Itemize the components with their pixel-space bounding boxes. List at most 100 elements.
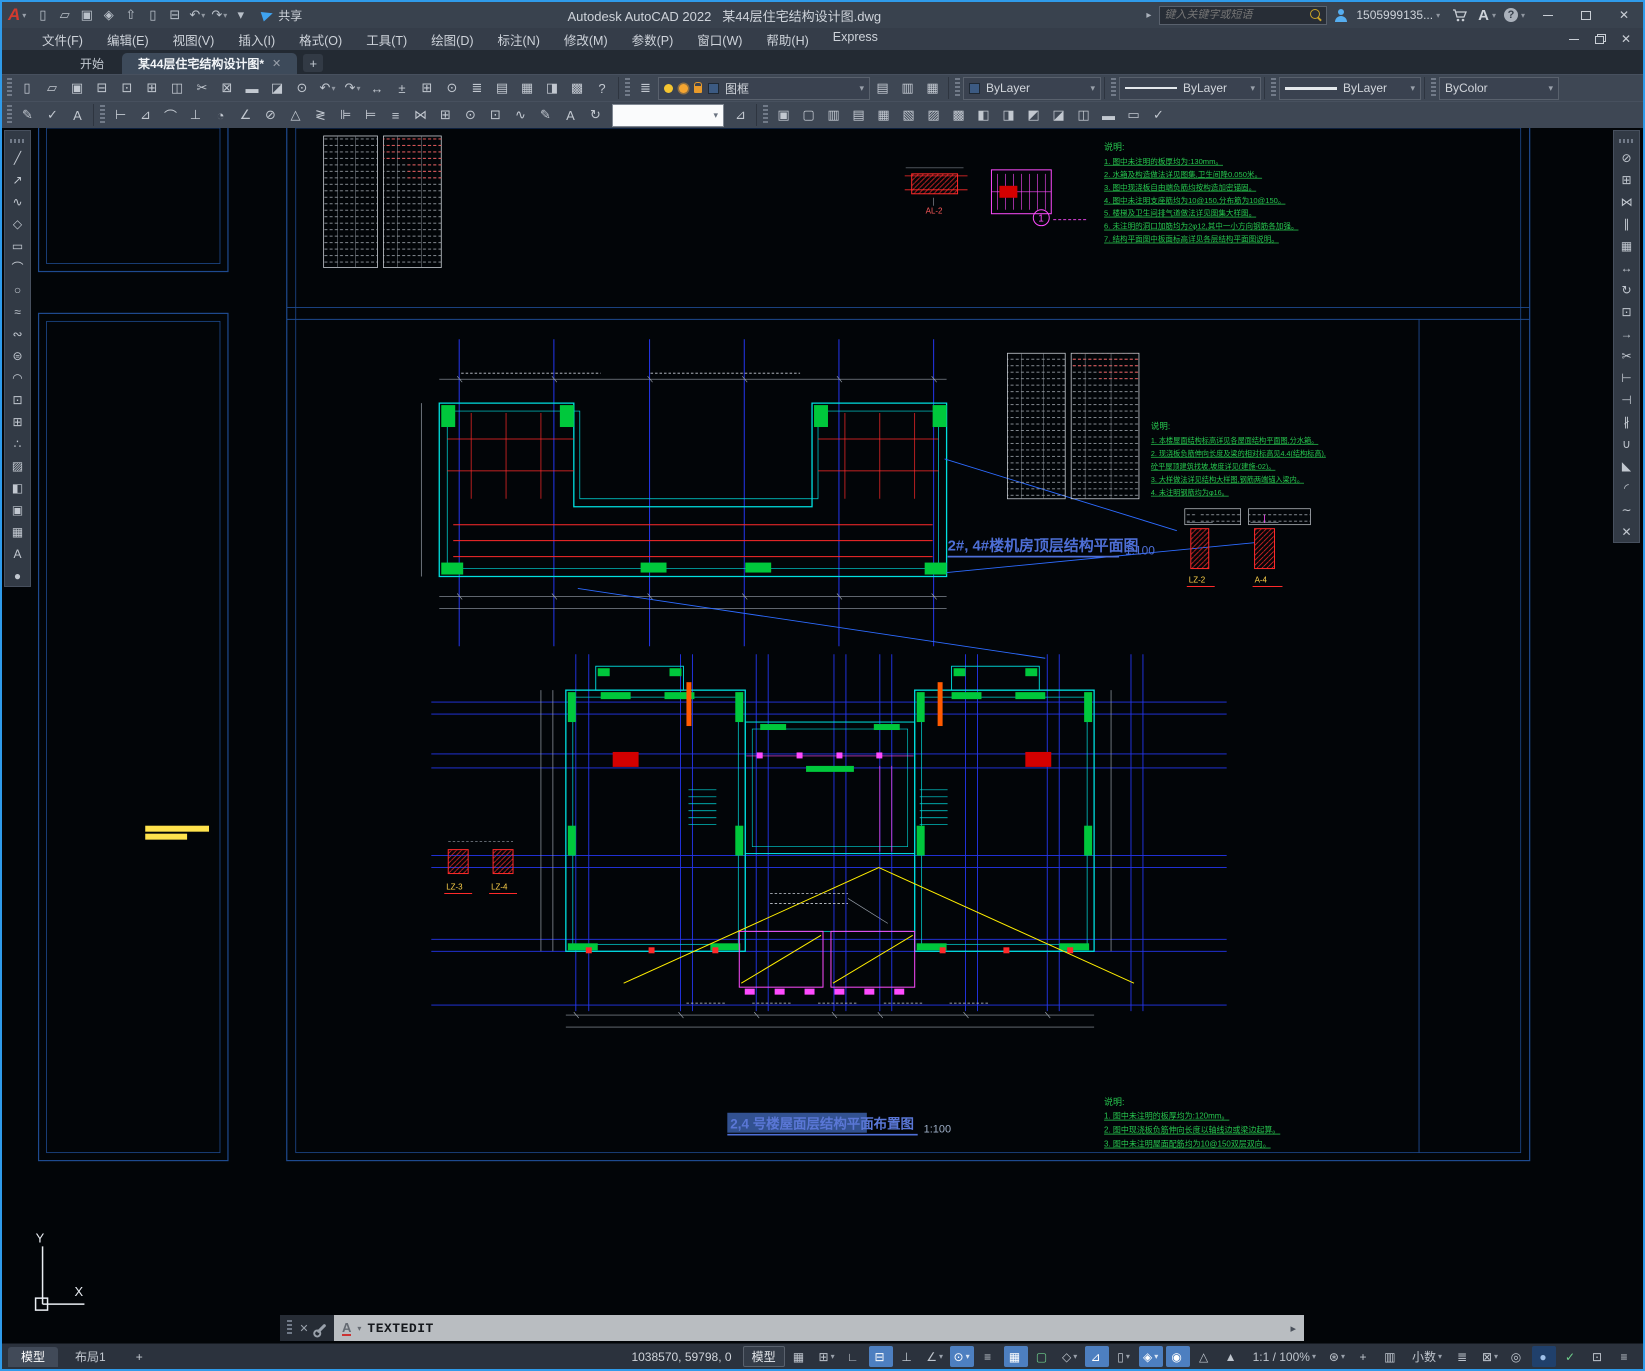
command-close-icon[interactable]: ✕ — [299, 1322, 308, 1335]
copy-base-point-icon[interactable]: ◪ — [265, 76, 290, 100]
break-at-point-icon[interactable]: ⊣ — [1616, 389, 1638, 410]
dim-continue-icon[interactable]: ⊨ — [358, 103, 383, 127]
tool-palettes-icon[interactable]: ▩ — [565, 76, 590, 100]
properties-palette-icon[interactable]: ▦ — [515, 76, 540, 100]
dynamic-ucs-icon[interactable]: ⊿ — [1084, 1346, 1109, 1367]
paste-icon[interactable]: ▬ — [240, 76, 265, 100]
cut-icon[interactable]: ✂ — [190, 76, 215, 100]
close-button[interactable]: ✕ — [1609, 4, 1639, 26]
dim-jogged-icon[interactable]: ∿ — [508, 103, 533, 127]
tab-current-drawing[interactable]: 某44层住宅结构设计图* ✕ — [122, 53, 298, 74]
search-icon[interactable] — [1310, 9, 1322, 21]
qat-redo-icon[interactable]: ↷ ▾ — [208, 4, 230, 26]
qat-customize-icon[interactable]: ▾ — [230, 4, 252, 26]
subtract-icon[interactable]: ▢ — [796, 103, 821, 127]
copy-clip-icon[interactable]: ⊠ — [215, 76, 240, 100]
search-input[interactable] — [1164, 9, 1307, 21]
spline-icon[interactable]: ∾ — [7, 323, 29, 344]
layer-previous-icon[interactable]: ▥ — [895, 76, 920, 100]
center-mark-icon[interactable]: ⊙ — [458, 103, 483, 127]
object-snap-icon[interactable]: ⊙ ▾ — [949, 1346, 974, 1367]
new-layout-button[interactable]: + — [123, 1347, 156, 1367]
redo-icon[interactable]: ↷ ▾ — [340, 76, 365, 100]
user-avatar-icon[interactable] — [1335, 8, 1348, 22]
qat-new-icon[interactable]: ▯ — [32, 4, 54, 26]
lineweight-dropdown[interactable]: ByLayer ▾ — [1279, 76, 1421, 100]
layout1-tab[interactable]: 布局1 — [62, 1347, 119, 1367]
hatch-icon[interactable]: ▨ — [7, 455, 29, 476]
viewport-scale-button[interactable]: 1:1 / 100% ▾ — [1247, 1346, 1322, 1367]
gizmo-icon[interactable]: ◈ ▾ — [1138, 1346, 1163, 1367]
quick-dimension-icon[interactable]: ≷ — [308, 103, 333, 127]
erase-icon[interactable]: ⊘ — [1616, 147, 1638, 168]
menu-parametric[interactable]: 参数(P) — [620, 28, 686, 51]
dynamic-input-icon[interactable]: ⊟ — [868, 1346, 893, 1367]
menu-window[interactable]: 窗口(W) — [685, 28, 754, 51]
toolbar-grip[interactable] — [955, 78, 960, 98]
ellipse-icon[interactable]: ⊜ — [7, 345, 29, 366]
extrude-faces-icon[interactable]: ▤ — [846, 103, 871, 127]
doc-restore-button[interactable] — [1587, 30, 1613, 48]
color-dropdown[interactable]: ByLayer ▾ — [963, 76, 1101, 100]
import-status-icon[interactable]: ✓ — [1559, 1346, 1583, 1367]
fillet-icon[interactable]: ◜ — [1616, 477, 1638, 498]
plot-preview-icon[interactable]: ⊡ — [115, 76, 140, 100]
array-icon[interactable]: ▦ — [1616, 235, 1638, 256]
toolbar-grip[interactable] — [7, 78, 12, 98]
new-tab-button[interactable]: + — [303, 54, 324, 72]
layer-dropdown[interactable]: 图框 ▾ — [658, 76, 870, 100]
menu-draw[interactable]: 绘图(D) — [419, 28, 485, 51]
join-icon[interactable]: ∪ — [1616, 433, 1638, 454]
dim-ordinate-icon[interactable]: ⊥ — [183, 103, 208, 127]
transparency-icon[interactable]: ▦ — [1003, 1346, 1028, 1367]
workspace-switching-icon[interactable]: ⊛ ▾ — [1325, 1346, 1349, 1367]
line-icon[interactable]: ╱ — [7, 147, 29, 168]
region-icon[interactable]: ▣ — [7, 499, 29, 520]
design-center-icon[interactable]: ◨ — [540, 76, 565, 100]
command-input[interactable]: A ▾ TEXTEDIT ▸ — [334, 1315, 1304, 1341]
menu-dimension[interactable]: 标注(N) — [486, 28, 552, 51]
lock-ui-icon[interactable]: ⊠ ▾ — [1478, 1346, 1502, 1367]
dim-style-dropdown[interactable]: ▾ — [612, 103, 724, 127]
dim-spacing-icon[interactable]: ≡ — [383, 103, 408, 127]
annotation-autoscale-icon[interactable]: △ — [1193, 1346, 1217, 1367]
dim-aligned-icon[interactable]: ⊿ — [133, 103, 158, 127]
table-icon[interactable]: ▦ — [7, 521, 29, 542]
clean-screen-icon[interactable]: ⊡ — [1586, 1346, 1610, 1367]
save-icon[interactable]: ▣ — [65, 76, 90, 100]
dim-angular-icon[interactable]: ∠ — [233, 103, 258, 127]
osnap-3d-icon[interactable]: ◇ ▾ — [1058, 1346, 1082, 1367]
break-icon[interactable]: ∦ — [1616, 411, 1638, 432]
grid-display-icon[interactable]: ▦ — [788, 1346, 812, 1367]
dim-break-icon[interactable]: ⋈ — [408, 103, 433, 127]
doc-minimize-button[interactable] — [1561, 30, 1587, 48]
autodesk-account-menu[interactable]: A ▾ — [1478, 7, 1496, 24]
offset-faces-icon[interactable]: ▧ — [896, 103, 921, 127]
graphics-performance-icon[interactable]: ● — [1532, 1346, 1556, 1367]
units-button[interactable]: 小数 ▾ — [1406, 1346, 1448, 1367]
model-space-button[interactable]: 模型 — [742, 1346, 785, 1367]
chamfer-icon[interactable]: ◣ — [1616, 455, 1638, 476]
union-icon[interactable]: ▣ — [771, 103, 796, 127]
command-grip[interactable] — [287, 1320, 293, 1336]
menu-view[interactable]: 视图(V) — [161, 28, 227, 51]
point-icon[interactable]: ∴ — [7, 433, 29, 454]
explode-icon[interactable]: ✕ — [1616, 521, 1638, 542]
trim-icon[interactable]: ✂ — [1616, 345, 1638, 366]
make-block-icon[interactable]: ⊞ — [7, 411, 29, 432]
annotation-visibility-icon[interactable]: ◉ — [1165, 1346, 1190, 1367]
menu-help[interactable]: 帮助(H) — [754, 28, 820, 51]
dim-angular3-icon[interactable]: △ — [283, 103, 308, 127]
toolbar-grip[interactable] — [763, 105, 768, 125]
quick-properties-icon[interactable]: ≣ — [1451, 1346, 1475, 1367]
scale-icon[interactable]: ⊡ — [1616, 301, 1638, 322]
layer-translate-icon[interactable]: ▦ — [920, 76, 945, 100]
drawing-canvas[interactable]: AL-2 1 说明: 1. 图中未注明的板厚均为:130mm。 2. 水箱及构造… — [2, 128, 1643, 1343]
help-menu[interactable]: ? ▾ — [1503, 8, 1525, 22]
toolbar-grip[interactable] — [1271, 78, 1276, 98]
qat-save-icon[interactable]: ▣ — [76, 4, 98, 26]
toolbar-grip[interactable] — [625, 78, 630, 98]
menu-file[interactable]: 文件(F) — [30, 28, 95, 51]
tab-start[interactable]: 开始 — [64, 53, 120, 74]
offset-icon[interactable]: ∥ — [1616, 213, 1638, 234]
